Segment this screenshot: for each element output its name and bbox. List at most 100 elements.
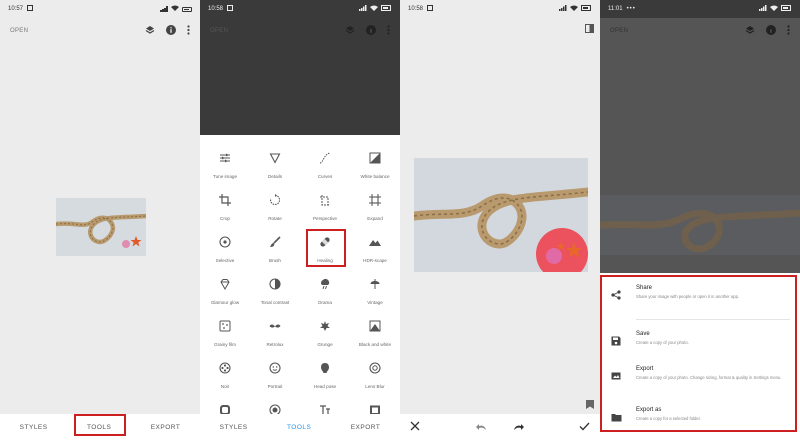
top-bar: OPEN — [600, 18, 800, 44]
crop-icon — [218, 193, 232, 207]
wifi-icon — [570, 5, 578, 13]
tool-brush[interactable]: Brush — [250, 229, 300, 271]
notification-icon — [27, 5, 34, 13]
lens-blur-icon — [368, 361, 382, 375]
tool-details[interactable]: Details — [250, 145, 300, 187]
top-bar: OPEN — [0, 18, 200, 44]
tool-retrolux[interactable]: Retrolux — [250, 313, 300, 355]
status-time: 10:57 — [8, 6, 24, 12]
signal-icon — [559, 5, 567, 13]
expand-icon — [368, 193, 382, 207]
share-description: Share your image with people or open it … — [636, 294, 740, 299]
tool-rotate[interactable]: Rotate — [250, 187, 300, 229]
tool-tonal-contrast[interactable]: Tonal contrast — [250, 271, 300, 313]
open-button[interactable]: OPEN — [10, 28, 28, 34]
tool-hdr[interactable]: HDR-scape — [350, 229, 400, 271]
tool-grunge[interactable]: Grunge — [300, 313, 350, 355]
looks-icon[interactable] — [745, 22, 755, 40]
export-title: Export — [636, 366, 654, 372]
tool-white-balance[interactable]: White balance — [350, 145, 400, 187]
tool-perspective[interactable]: Perspective — [300, 187, 350, 229]
tab-export[interactable]: EXPORT — [351, 424, 381, 431]
tool-label: Rotate — [268, 216, 282, 221]
export-description: Create a copy of your photo. Change sizi… — [636, 375, 782, 380]
looks-icon[interactable] — [345, 22, 355, 40]
tool-vintage[interactable]: Vintage — [350, 271, 400, 313]
grainy-film-icon — [218, 319, 232, 333]
tab-styles[interactable]: STYLES — [220, 424, 248, 431]
tab-export[interactable]: EXPORT — [151, 424, 181, 431]
compare-icon[interactable] — [585, 20, 594, 38]
tool-head-pose[interactable]: Head pose — [300, 355, 350, 397]
export-as-description: Create a copy for a selected folder. — [636, 416, 701, 421]
open-button[interactable]: OPEN — [210, 28, 228, 34]
tool-grainy-film[interactable]: Grainy film — [200, 313, 250, 355]
undo-icon[interactable] — [475, 418, 487, 436]
tool-label: Curves — [317, 174, 333, 179]
info-icon[interactable] — [166, 22, 176, 40]
more-options-icon[interactable] — [787, 22, 790, 40]
tool-healing[interactable]: Healing — [300, 229, 350, 271]
share-title: Share — [636, 285, 653, 291]
curves-icon — [318, 151, 332, 165]
panel-main-view: 10:57 OPEN STYLES TOOLS EXPORT — [0, 0, 200, 440]
signal-icon — [759, 5, 767, 13]
tool-label: Glamour glow — [210, 300, 240, 305]
healing-icon — [318, 235, 332, 249]
info-icon[interactable] — [366, 22, 376, 40]
edit-action-bar — [400, 414, 600, 440]
tool-label: Brush — [268, 258, 281, 263]
tool-label: Expand — [367, 216, 383, 221]
wifi-icon — [171, 5, 179, 13]
tool-label: Head pose — [313, 384, 337, 389]
tool-label: Tune image — [212, 174, 238, 179]
save-icon — [610, 335, 622, 347]
tab-tools[interactable]: TOOLS — [287, 424, 311, 431]
more-options-icon[interactable] — [387, 22, 390, 40]
open-button[interactable]: OPEN — [610, 28, 628, 34]
tool-crop[interactable]: Crop — [200, 187, 250, 229]
tool-label: Lens Blur — [365, 384, 385, 389]
tool-expand[interactable]: Expand — [350, 187, 400, 229]
tool-black-white[interactable]: Black and white — [350, 313, 400, 355]
grunge-icon — [318, 319, 332, 333]
export-option[interactable]: Export Create a copy of your photo. Chan… — [600, 366, 800, 406]
tab-tools[interactable]: TOOLS — [87, 424, 111, 431]
apply-check-icon[interactable] — [579, 418, 590, 436]
looks-icon[interactable] — [145, 22, 155, 40]
tool-tune[interactable]: Tune image — [200, 145, 250, 187]
tool-label: Crop — [220, 216, 230, 221]
battery-icon — [381, 5, 392, 13]
status-bar: 11:01 ••• — [600, 0, 800, 18]
tool-label: Grainy film — [214, 342, 236, 347]
more-options-icon[interactable] — [187, 22, 190, 40]
redo-icon[interactable] — [513, 418, 524, 436]
tool-glamour-glow[interactable]: Glamour glow — [200, 271, 250, 313]
tool-label: Healing — [317, 258, 333, 263]
perspective-icon — [318, 193, 332, 207]
tool-selective[interactable]: Selective — [200, 229, 250, 271]
drama-icon — [318, 277, 332, 291]
share-icon — [610, 289, 622, 301]
panel-healing-editor: 10:58 — [400, 0, 600, 440]
panel-tools: 10:58 OPEN Tune image Details Curves White … — [200, 0, 400, 440]
portrait-icon — [268, 361, 282, 375]
selective-icon — [218, 235, 232, 249]
tool-label: Portrait — [267, 384, 283, 389]
top-bar: OPEN — [200, 18, 400, 44]
save-option[interactable]: Save Create a copy of your photo. — [600, 331, 800, 371]
cancel-icon[interactable] — [410, 418, 420, 436]
tool-lens-blur[interactable]: Lens Blur — [350, 355, 400, 397]
tool-portrait[interactable]: Portrait — [250, 355, 300, 397]
export-as-option[interactable]: Export as Create a copy for a selected f… — [600, 407, 800, 440]
tool-drama[interactable]: Drama — [300, 271, 350, 313]
info-icon[interactable] — [766, 22, 776, 40]
tab-styles[interactable]: STYLES — [20, 424, 48, 431]
dimmed-photo — [600, 195, 800, 255]
tool-noir[interactable]: Noir — [200, 355, 250, 397]
bookmark-icon[interactable] — [586, 396, 594, 414]
tool-curves[interactable]: Curves — [300, 145, 350, 187]
photo-editing-canvas — [414, 158, 588, 272]
status-bar: 10:57 — [0, 0, 200, 18]
tool-label: Tonal contrast — [260, 300, 290, 305]
